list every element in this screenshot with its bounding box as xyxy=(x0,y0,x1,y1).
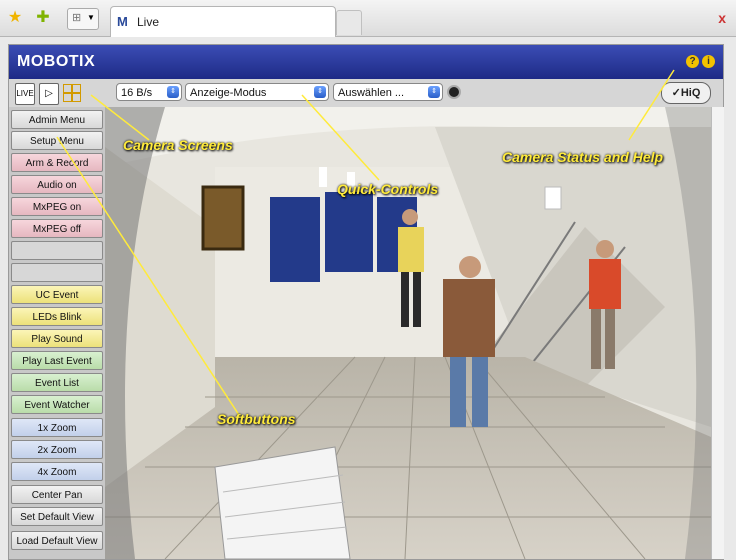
callout-camera-screens: Camera Screens xyxy=(123,137,233,153)
callout-softbuttons: Softbuttons xyxy=(217,411,296,427)
callout-quick-controls: Quick-Controls xyxy=(337,181,439,197)
bookmark-star-icon[interactable]: ★ xyxy=(6,9,24,27)
camera-app-frame: MOBOTIX ? i LIVE ▷ 16 B/s ⇕ Anzeige-Modu… xyxy=(8,44,724,560)
new-tab-button[interactable] xyxy=(336,10,362,35)
tab-overview-button[interactable]: ⊞ ▼ xyxy=(67,8,99,30)
callout-lines xyxy=(56,69,675,416)
browser-tab-bar: ★ ✚ ⊞ ▼ M Live x xyxy=(0,0,736,37)
callout-status-help: Camera Status and Help xyxy=(502,149,664,165)
mobotix-favicon-icon: M xyxy=(117,14,128,29)
add-bookmark-icon[interactable]: ✚ xyxy=(34,9,52,27)
close-tab-icon[interactable]: x xyxy=(718,10,726,26)
chevron-down-icon: ▼ xyxy=(87,13,95,22)
tab-live[interactable]: M Live xyxy=(110,6,336,37)
tab-title: Live xyxy=(137,15,160,29)
grid-icon: ⊞ xyxy=(72,12,82,24)
